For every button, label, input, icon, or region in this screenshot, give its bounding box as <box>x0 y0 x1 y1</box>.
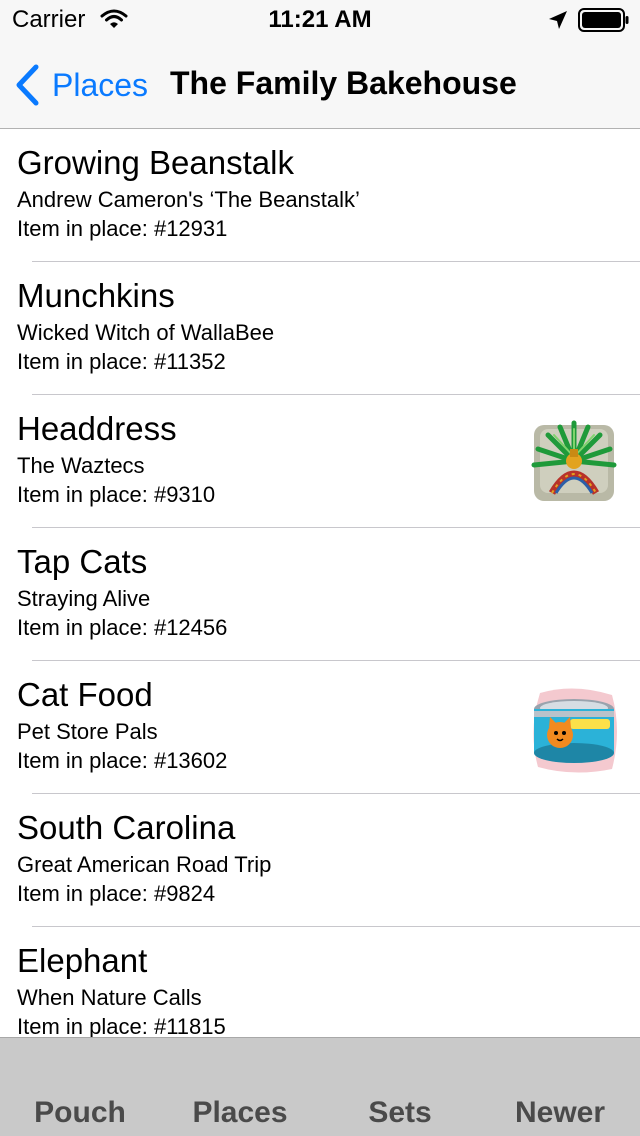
item-set-name: Great American Road Trip <box>17 852 272 877</box>
navigation-bar: Places The Family Bakehouse <box>0 40 640 129</box>
chevron-left-icon <box>16 64 39 106</box>
page-title: The Family Bakehouse <box>170 65 517 101</box>
item-set-name: Wicked Witch of WallaBee <box>17 320 275 345</box>
wifi-icon <box>100 9 128 28</box>
list-item[interactable]: Growing Beanstalk Andrew Cameron's ‘The … <box>0 129 640 262</box>
item-number: Item in place: #11352 <box>17 349 226 374</box>
item-set-name: Pet Store Pals <box>17 719 158 744</box>
item-number: Item in place: #9310 <box>17 482 216 507</box>
carrier-label: Carrier <box>12 6 86 33</box>
list-item[interactable]: Elephant When Nature Calls Item in place… <box>0 927 640 1037</box>
status-bar: Carrier 11:21 AM <box>0 0 640 40</box>
battery-icon <box>578 8 629 32</box>
tab-pouch[interactable]: Pouch <box>0 1038 160 1136</box>
list-item[interactable]: Headdress The Waztecs Item in place: #93… <box>0 395 640 528</box>
item-number: Item in place: #9824 <box>17 881 216 906</box>
item-set-name: Andrew Cameron's ‘The Beanstalk’ <box>17 187 360 212</box>
tab-sets[interactable]: Sets <box>320 1038 480 1136</box>
list-item[interactable]: Cat Food Pet Store Pals Item in place: #… <box>0 661 640 794</box>
item-set-name: Straying Alive <box>17 586 151 611</box>
tab-label: Newer <box>514 1096 606 1129</box>
item-title: Tap Cats <box>17 543 148 580</box>
tab-label: Sets <box>368 1096 432 1129</box>
list-item[interactable]: South Carolina Great American Road Trip … <box>0 794 640 927</box>
tab-newer[interactable]: Newer <box>480 1038 640 1136</box>
item-title: Elephant <box>17 942 148 979</box>
back-button-label: Places <box>52 66 149 103</box>
headdress-thumbnail <box>531 420 617 501</box>
item-number: Item in place: #12456 <box>17 615 228 640</box>
item-number: Item in place: #11815 <box>17 1014 226 1037</box>
item-title: Munchkins <box>17 277 175 314</box>
cat-food-thumbnail <box>533 688 617 773</box>
status-time: 11:21 AM <box>268 6 372 33</box>
list-item[interactable]: Tap Cats Straying Alive Item in place: #… <box>0 528 640 661</box>
item-number: Item in place: #13602 <box>17 748 228 773</box>
item-set-name: The Waztecs <box>17 453 145 478</box>
tab-label: Places <box>192 1096 288 1129</box>
item-title: Cat Food <box>17 676 153 713</box>
item-list[interactable]: Growing Beanstalk Andrew Cameron's ‘The … <box>0 129 640 1037</box>
back-button[interactable]: Places <box>12 62 148 108</box>
item-number: Item in place: #12931 <box>17 216 228 241</box>
item-title: South Carolina <box>17 809 236 846</box>
tab-places[interactable]: Places <box>160 1038 320 1136</box>
item-title: Headdress <box>17 410 177 447</box>
list-item[interactable]: Munchkins Wicked Witch of WallaBee Item … <box>0 262 640 395</box>
item-set-name: When Nature Calls <box>17 985 202 1010</box>
tab-bar: Pouch Places Sets Newer <box>0 1037 640 1136</box>
item-title: Growing Beanstalk <box>17 144 294 181</box>
tab-label: Pouch <box>34 1096 126 1129</box>
location-arrow-icon <box>549 11 567 29</box>
